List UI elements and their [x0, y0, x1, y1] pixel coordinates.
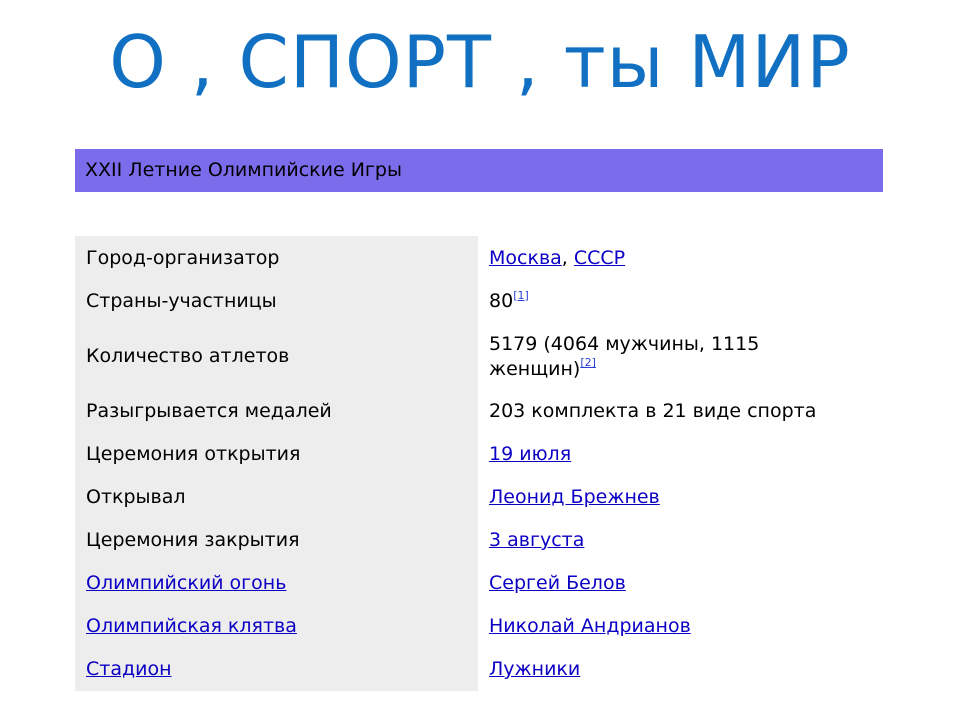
row-label: Церемония открытия	[75, 433, 478, 476]
olympic-oath-link[interactable]: Олимпийская клятва	[86, 615, 297, 637]
table-row-opening: Церемония открытия 19 июля	[75, 433, 883, 476]
row-value: Леонид Брежнев	[478, 476, 883, 519]
table-row-host-city: Город-организатор Москва, СССР	[75, 236, 883, 280]
row-value: 80[1]	[478, 280, 883, 323]
table-row-stadium: Стадион Лужники	[75, 648, 883, 691]
stadium-link[interactable]: Стадион	[86, 658, 172, 680]
value-separator: ,	[561, 246, 574, 269]
row-value: 19 июля	[478, 433, 883, 476]
ussr-link[interactable]: СССР	[574, 247, 625, 269]
row-value: 3 августа	[478, 519, 883, 562]
reference-link-2[interactable]: [2]	[580, 356, 596, 369]
row-value: Москва, СССР	[478, 236, 883, 280]
table-row-oath: Олимпийская клятва Николай Андрианов	[75, 605, 883, 648]
table-row-opened-by: Открывал Леонид Брежнев	[75, 476, 883, 519]
reference-link-1[interactable]: [1]	[513, 289, 529, 302]
row-label: Страны-участницы	[75, 280, 478, 323]
athletes-value-line2: женщин)	[489, 357, 581, 380]
moscow-link[interactable]: Москва	[489, 247, 562, 269]
belov-link[interactable]: Сергей Белов	[489, 572, 626, 594]
row-label: Открывал	[75, 476, 478, 519]
table-row-countries: Страны-участницы 80[1]	[75, 280, 883, 323]
row-value: Сергей Белов	[478, 562, 883, 605]
table-row-medals: Разыгрывается медалей 203 комплекта в 21…	[75, 390, 883, 433]
row-label: Церемония закрытия	[75, 519, 478, 562]
luzhniki-link[interactable]: Лужники	[489, 658, 580, 680]
row-value: Николай Андрианов	[478, 605, 883, 648]
games-header: XXII Летние Олимпийские Игры	[75, 149, 883, 192]
table-row-athletes: Количество атлетов 5179 (4064 мужчины, 1…	[75, 323, 883, 390]
brezhnev-link[interactable]: Леонид Брежнев	[489, 486, 660, 508]
slide-title: О , СПОРТ , ты МИР	[109, 20, 851, 104]
athletes-value-line1: 5179 (4064 мужчины, 1115	[489, 332, 760, 355]
row-label: Количество атлетов	[75, 323, 478, 390]
row-label: Город-организатор	[75, 236, 478, 280]
countries-value: 80	[489, 290, 514, 312]
olympic-flame-link[interactable]: Олимпийский огонь	[86, 572, 286, 594]
closing-date-link[interactable]: 3 августа	[489, 529, 584, 551]
row-label: Олимпийский огонь	[75, 562, 478, 605]
row-label: Олимпийская клятва	[75, 605, 478, 648]
table-row-flame: Олимпийский огонь Сергей Белов	[75, 562, 883, 605]
opening-date-link[interactable]: 19 июля	[489, 443, 571, 465]
row-value: 203 комплекта в 21 виде спорта	[478, 390, 883, 433]
olympics-info-table: Город-организатор Москва, СССР Страны-уч…	[75, 236, 883, 691]
andrianov-link[interactable]: Николай Андрианов	[489, 615, 691, 637]
row-label: Разыгрывается медалей	[75, 390, 478, 433]
row-value: Лужники	[478, 648, 883, 691]
table-row-closing: Церемония закрытия 3 августа	[75, 519, 883, 562]
row-value: 5179 (4064 мужчины, 1115 женщин)[2]	[478, 323, 883, 390]
row-label: Стадион	[75, 648, 478, 691]
